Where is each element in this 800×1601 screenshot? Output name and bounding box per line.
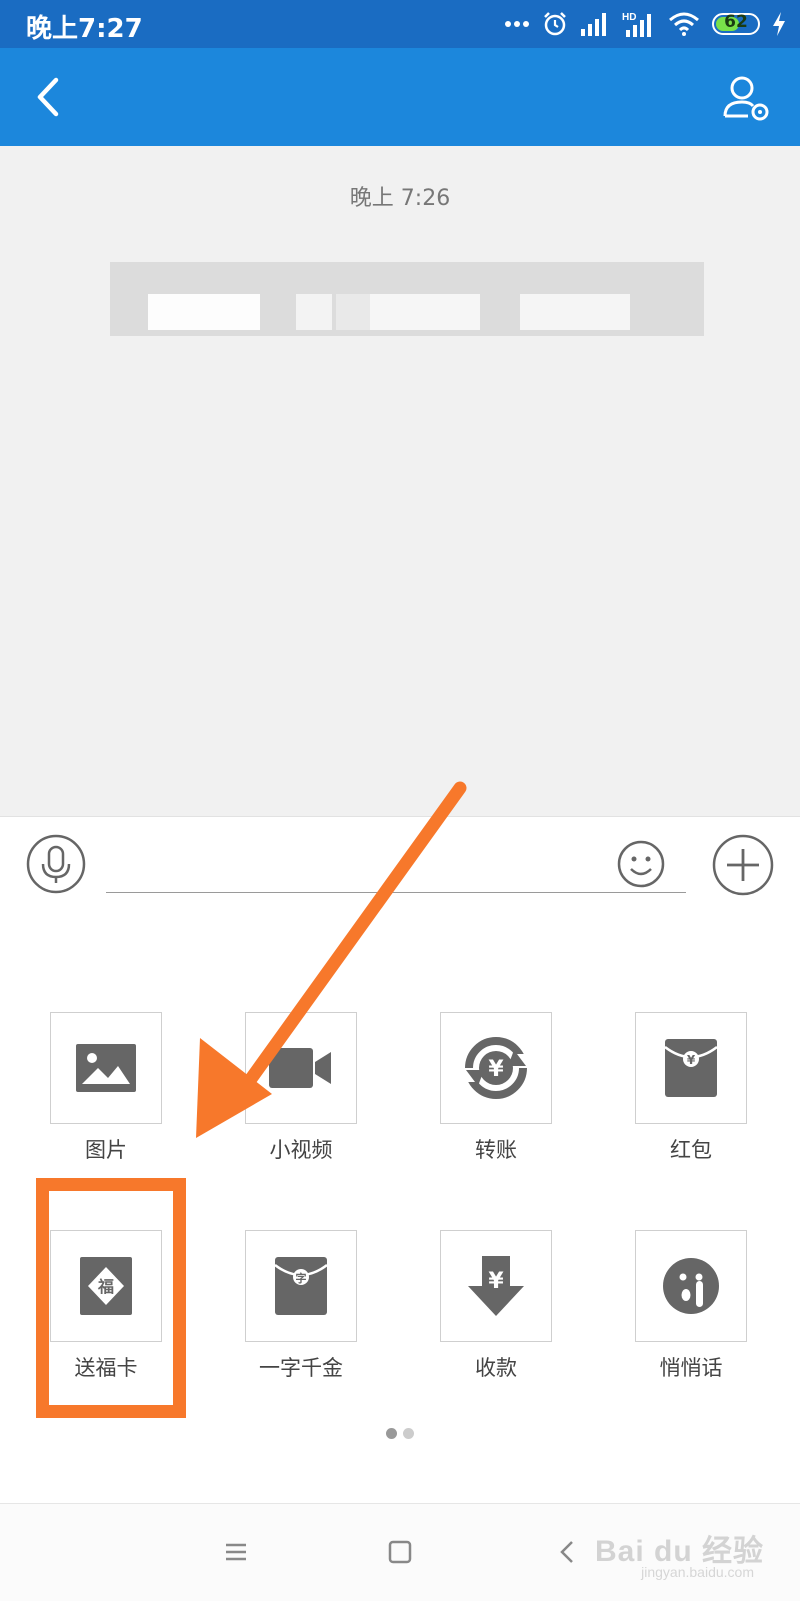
dots-icon [505,21,529,27]
blur-block [520,294,630,330]
nav-bar: Bai du 经验 jingyan.baidu.com [0,1503,800,1601]
emoji-button[interactable] [616,839,666,889]
voice-button[interactable] [26,834,86,894]
blur-block [336,294,370,330]
tool-box: ¥ [635,1012,747,1124]
transfer-icon: ¥ [464,1037,528,1099]
tool-panel: 图片 小视频 ¥ 转账 ¥ 红包 福 送福卡 字 一字千金 ¥ 收款 悄悄话 [0,913,800,1503]
blur-block [148,294,260,330]
alarm-icon [544,12,566,36]
hd-label: HD [622,12,636,23]
battery-icon: 62 [712,12,760,35]
page-indicator [0,1428,800,1439]
svg-text:字: 字 [296,1271,307,1285]
app-header [0,48,800,146]
nav-back-button[interactable] [552,1536,584,1568]
baidu-watermark-url: jingyan.baidu.com [641,1564,754,1580]
user-settings-icon [723,76,769,121]
back-button[interactable] [28,72,76,122]
tool-label: 一字千金 [259,1356,343,1380]
page-dot[interactable] [403,1428,414,1439]
svg-text:福: 福 [97,1277,114,1296]
receive-money-icon: ¥ [468,1256,524,1316]
tool-box: 福 [50,1230,162,1342]
svg-text:¥: ¥ [687,1053,696,1067]
wifi-icon [669,12,699,36]
hd-signal-icon: HD [622,12,651,37]
whisper-icon [663,1258,719,1314]
status-bar: 晚上7:27 HD 62 [0,0,800,48]
home-button[interactable] [384,1536,416,1568]
tool-label: 图片 [85,1138,127,1162]
status-icons: HD 62 [504,8,786,40]
image-icon [76,1044,136,1092]
svg-text:¥: ¥ [488,1269,504,1294]
plus-icon [712,834,774,896]
tool-label: 转账 [475,1138,517,1162]
video-camera-icon [269,1048,331,1088]
signal-icon [581,13,606,36]
tool-label: 悄悄话 [659,1356,723,1380]
home-square-icon [388,1540,412,1564]
red-packet-icon: ¥ [665,1039,717,1097]
input-bar [0,816,800,914]
charging-icon [773,12,785,36]
tool-box [50,1012,162,1124]
menu-icon [226,1543,246,1561]
message-input[interactable] [106,837,686,893]
tool-box: ¥ [440,1012,552,1124]
microphone-icon [26,834,86,894]
tool-label: 收款 [475,1356,517,1380]
smiley-icon [617,840,665,888]
character-envelope-icon: 字 [275,1257,327,1315]
chevron-left-icon [37,77,59,117]
tool-label: 红包 [670,1138,712,1162]
tool-box [245,1012,357,1124]
fu-card-icon: 福 [80,1257,132,1315]
tool-box: 字 [245,1230,357,1342]
svg-text:¥: ¥ [488,1057,504,1082]
chat-settings-button[interactable] [722,72,774,124]
message-timestamp: 晚上 7:26 [349,186,451,211]
back-arrow-icon [560,1541,573,1563]
tool-box: ¥ [440,1230,552,1342]
status-time: 晚上7:27 [26,14,143,44]
menu-button[interactable] [220,1536,252,1568]
chat-area: 晚上 7:26 [0,146,800,816]
tool-box [635,1230,747,1342]
tool-label: 小视频 [269,1138,333,1162]
blur-block [370,294,480,330]
blur-block [296,294,332,330]
battery-percent: 62 [724,12,748,32]
more-button[interactable] [712,834,774,896]
page-dot-active[interactable] [386,1428,397,1439]
tool-label: 送福卡 [74,1356,138,1380]
